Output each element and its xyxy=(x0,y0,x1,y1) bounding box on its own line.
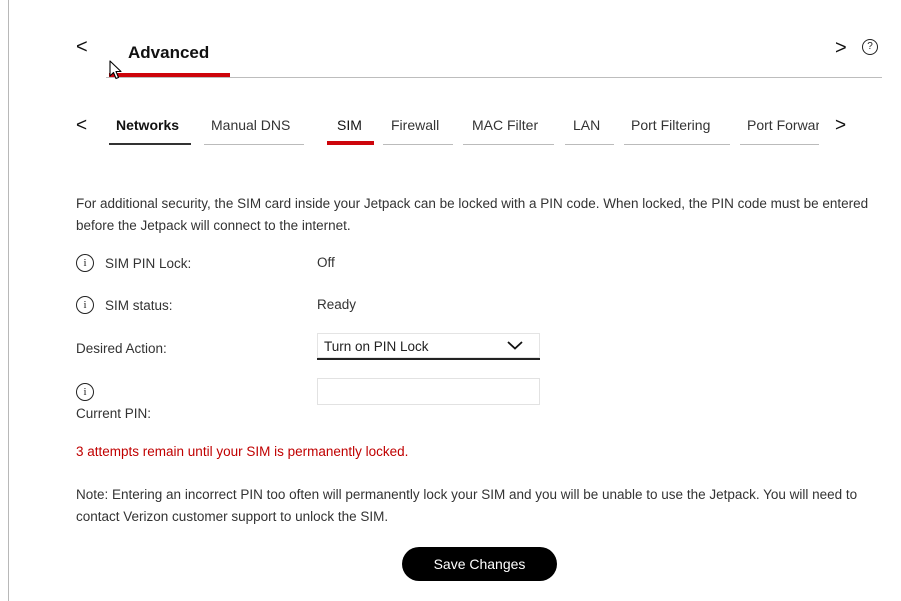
chevron-down-icon xyxy=(507,341,523,350)
tab-mac-filter[interactable]: MAC Filter xyxy=(463,117,554,145)
tabs-next-arrow-icon[interactable]: > xyxy=(835,115,846,137)
mouse-cursor-icon xyxy=(109,60,122,80)
header-divider xyxy=(106,77,882,78)
info-icon[interactable]: i xyxy=(76,383,94,401)
tab-manual-dns[interactable]: Manual DNS xyxy=(204,117,304,145)
sim-status-label: SIM status: xyxy=(105,298,173,313)
desired-action-select[interactable]: Turn on PIN Lock xyxy=(317,333,540,360)
page-title: Advanced xyxy=(128,43,210,62)
back-arrow-icon[interactable]: < xyxy=(76,36,88,59)
tab-port-filtering[interactable]: Port Filtering xyxy=(624,117,730,145)
window-left-border xyxy=(8,0,9,601)
desired-action-label: Desired Action: xyxy=(76,341,167,356)
sim-intro-text: For additional security, the SIM card in… xyxy=(76,196,869,233)
tab-label: LAN xyxy=(573,117,601,133)
tab-label: Firewall xyxy=(391,117,440,133)
tabs-prev-arrow-icon[interactable]: < xyxy=(76,115,87,137)
sim-status-value: Ready xyxy=(317,297,357,312)
tab-networks[interactable]: Networks xyxy=(109,117,191,145)
tab-sim[interactable]: SIM xyxy=(327,117,374,145)
sim-pin-lock-value: Off xyxy=(317,255,335,270)
tab-label: Networks xyxy=(116,117,180,133)
attempts-warning: 3 attempts remain until your SIM is perm… xyxy=(76,444,409,459)
current-pin-label: Current PIN: xyxy=(76,406,152,421)
lock-note: Note: Entering an incorrect PIN too ofte… xyxy=(76,487,858,524)
help-icon[interactable]: ? xyxy=(862,39,878,55)
tab-lan[interactable]: LAN xyxy=(565,117,614,145)
info-icon[interactable]: i xyxy=(76,296,94,314)
tab-firewall[interactable]: Firewall xyxy=(383,117,453,145)
current-pin-input[interactable] xyxy=(317,378,540,405)
tab-label: Port Forwarding xyxy=(747,117,819,133)
tab-port-forwarding[interactable]: Port Forwarding xyxy=(740,117,819,145)
desired-action-selected-value: Turn on PIN Lock xyxy=(324,339,429,354)
save-changes-button[interactable]: Save Changes xyxy=(402,547,557,581)
tab-label: Port Filtering xyxy=(631,117,711,133)
sim-pin-lock-label: SIM PIN Lock: xyxy=(105,256,192,271)
tab-label: Manual DNS xyxy=(211,117,291,133)
forward-arrow-icon[interactable]: > xyxy=(835,37,847,60)
info-icon[interactable]: i xyxy=(76,254,94,272)
tab-label: MAC Filter xyxy=(472,117,539,133)
